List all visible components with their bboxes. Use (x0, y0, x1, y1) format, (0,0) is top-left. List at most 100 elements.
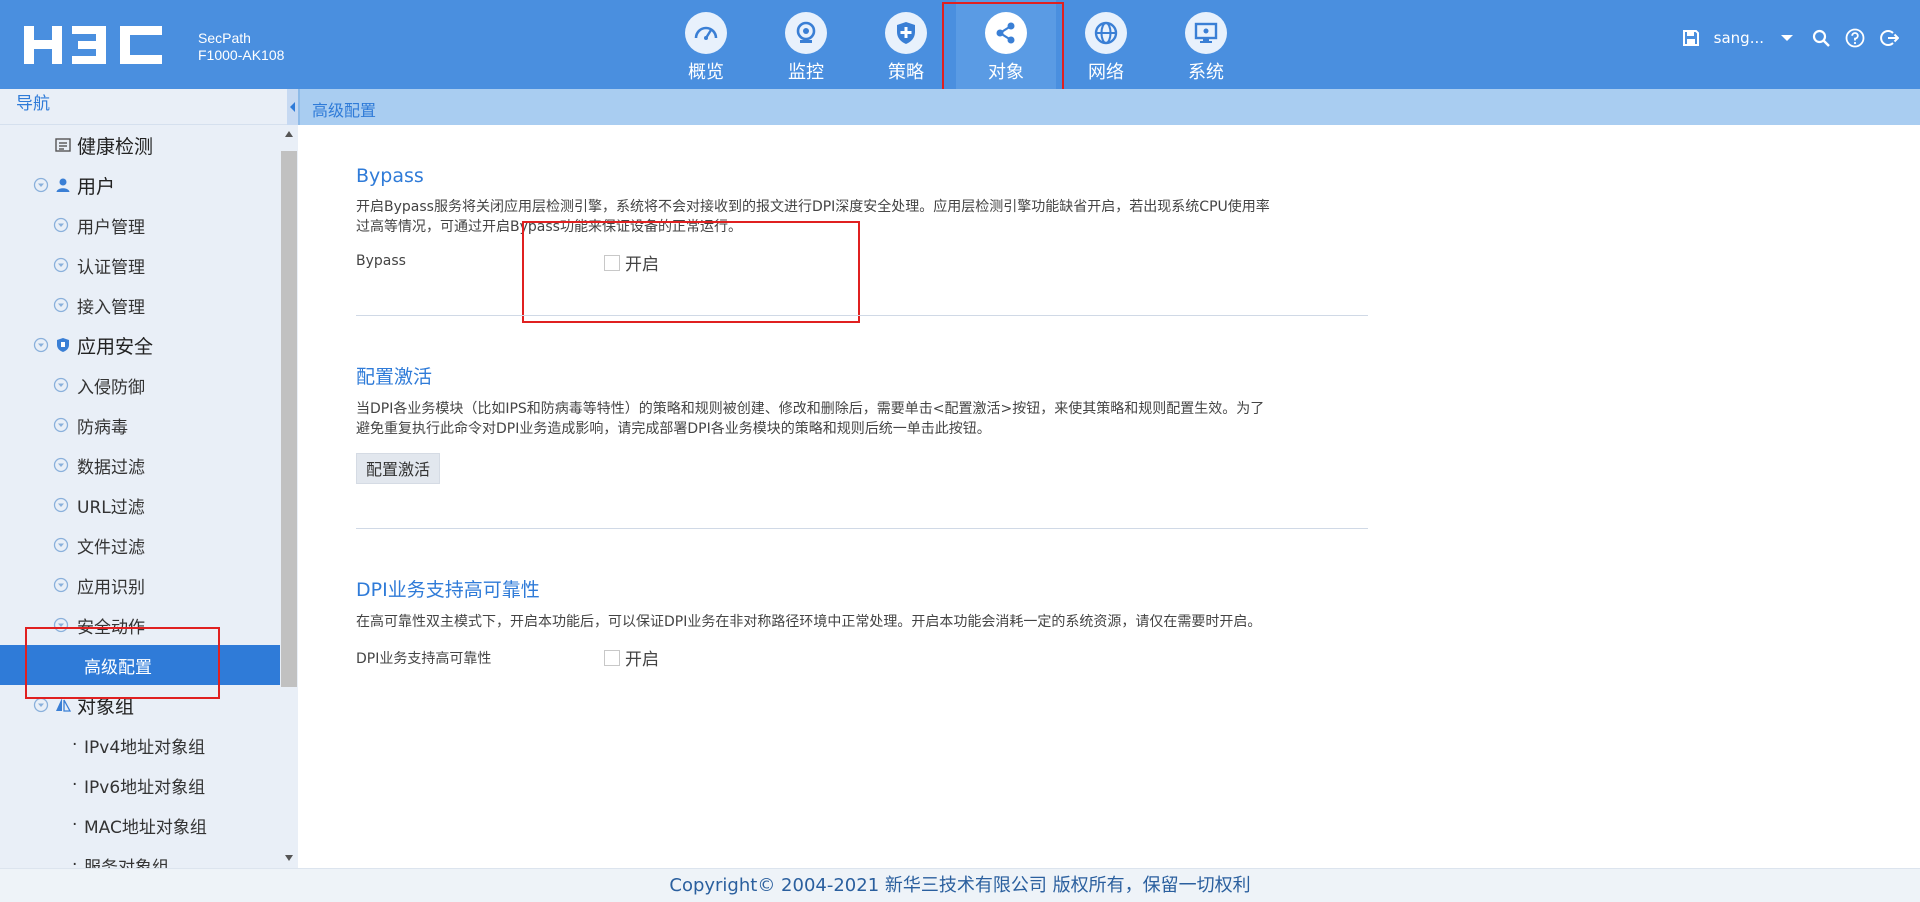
expand-circle-icon[interactable] (52, 416, 70, 434)
sidebar-item-intrusion-prevention[interactable]: 入侵防御 (0, 365, 280, 405)
scroll-down-arrow-icon[interactable] (285, 855, 293, 861)
product-model-number: F1000-AK108 (198, 47, 285, 63)
sidebar-item-user[interactable]: 用户 (0, 165, 280, 205)
bullet-dot: · (72, 775, 78, 795)
sidebar-item-label: URL过滤 (77, 497, 145, 518)
username[interactable]: sang... (1714, 29, 1764, 47)
sidebar-item-auth-management[interactable]: 认证管理 (0, 245, 280, 285)
bypass-section: Bypass 开启Bypass服务将关闭应用层检测引擎，系统将不会对接收到的报文… (356, 165, 1368, 277)
dpi-ha-field-label: DPI业务支持高可靠性 (356, 651, 492, 667)
nav-network[interactable]: 网络 (1056, 0, 1156, 89)
sidebar-item-app-security[interactable]: 应用安全 (0, 325, 280, 365)
nav-overview-label: 概览 (688, 62, 724, 83)
expand-circle-icon[interactable] (52, 456, 70, 474)
nav-object[interactable]: 对象 (956, 0, 1056, 89)
sidebar-item-label: IPv6地址对象组 (84, 777, 206, 798)
object-group-icon (54, 696, 72, 714)
search-icon[interactable] (1810, 27, 1832, 49)
expand-circle-icon[interactable] (52, 376, 70, 394)
bullet-dot: · (72, 735, 78, 755)
expand-circle-icon[interactable] (32, 176, 50, 194)
sidebar-item-mac-object-group[interactable]: · MAC地址对象组 (0, 805, 280, 845)
bullet-dot: · (72, 855, 78, 868)
config-activate-title: 配置激活 (356, 366, 433, 388)
sidebar-item-label: 防病毒 (77, 417, 128, 438)
sidebar-item-label: 对象组 (77, 695, 135, 718)
user-icon (54, 176, 72, 194)
sidebar-item-service-object-group[interactable]: · 服务对象组 (0, 845, 280, 868)
sidebar-item-url-filter[interactable]: URL过滤 (0, 485, 280, 525)
nav-system-label: 系统 (1188, 62, 1224, 83)
sidebar-item-security-action[interactable]: 安全动作 (0, 605, 280, 645)
bypass-enable-checkbox[interactable]: 开启 (604, 250, 659, 275)
expand-circle-icon[interactable] (52, 616, 70, 634)
section-divider (356, 315, 1368, 316)
sidebar-item-label: 用户 (77, 175, 116, 198)
checkbox-box[interactable] (604, 649, 620, 666)
h3c-logo[interactable] (24, 24, 174, 66)
sidebar-scrollbar[interactable] (280, 125, 298, 868)
collapse-sidebar-icon[interactable] (287, 89, 298, 125)
nav-object-label: 对象 (988, 62, 1024, 83)
expand-circle-icon[interactable] (52, 576, 70, 594)
health-check-icon (54, 136, 72, 154)
section-divider (356, 528, 1368, 529)
globe-icon (1085, 12, 1127, 54)
sidebar-item-object-group[interactable]: 对象组 (0, 685, 280, 725)
expand-circle-icon[interactable] (52, 216, 70, 234)
bypass-title: Bypass (356, 165, 424, 187)
save-icon[interactable] (1680, 27, 1702, 49)
sidebar-item-label: 应用识别 (77, 577, 145, 598)
sidebar-item-antivirus[interactable]: 防病毒 (0, 405, 280, 445)
share-nodes-icon (985, 12, 1027, 54)
sidebar-item-label: 认证管理 (77, 257, 145, 278)
nav-policy[interactable]: 策略 (856, 0, 956, 89)
product-line: SecPath (198, 30, 251, 46)
sidebar-item-advanced-config[interactable]: 高级配置 (0, 645, 280, 685)
bypass-field: Bypass 开启 (356, 247, 1368, 277)
sidebar-title: 导航 (0, 89, 298, 125)
sidebar-item-app-identification[interactable]: 应用识别 (0, 565, 280, 605)
sidebar-item-label: 安全动作 (77, 617, 145, 638)
sidebar-item-label: 入侵防御 (77, 377, 145, 398)
sidebar-item-label: 用户管理 (77, 217, 145, 238)
sidebar-item-access-management[interactable]: 接入管理 (0, 285, 280, 325)
main-content: Bypass 开启Bypass服务将关闭应用层检测引擎，系统将不会对接收到的报文… (298, 125, 1920, 868)
nav-system[interactable]: 系统 (1156, 0, 1256, 89)
checkbox-box[interactable] (604, 254, 620, 271)
sidebar-item-file-filter[interactable]: 文件过滤 (0, 525, 280, 565)
monitor-icon (1185, 12, 1227, 54)
help-icon[interactable] (1844, 27, 1866, 49)
shield-plus-icon (885, 12, 927, 54)
expand-circle-icon[interactable] (32, 696, 50, 714)
expand-circle-icon[interactable] (52, 536, 70, 554)
navigation-sidebar: 导航 健康检测 用户 用户管理 认证管理 接入管理 应用安全 入侵防御 防病毒 … (0, 89, 298, 868)
sidebar-item-ipv4-object-group[interactable]: · IPv4地址对象组 (0, 725, 280, 765)
chevron-down-icon[interactable] (1776, 27, 1798, 49)
expand-circle-icon[interactable] (32, 336, 50, 354)
nav-monitor[interactable]: 监控 (756, 0, 856, 89)
bullet-dot: · (72, 815, 78, 835)
expand-circle-icon[interactable] (52, 296, 70, 314)
sidebar-item-user-management[interactable]: 用户管理 (0, 205, 280, 245)
config-activate-button[interactable]: 配置激活 (356, 453, 441, 484)
scroll-up-arrow-icon[interactable] (285, 131, 293, 137)
sidebar-item-label: 数据过滤 (77, 457, 145, 478)
bypass-field-label: Bypass (356, 253, 406, 269)
product-model: SecPath F1000-AK108 (198, 30, 284, 64)
logout-icon[interactable] (1878, 27, 1900, 49)
sidebar-item-ipv6-object-group[interactable]: · IPv6地址对象组 (0, 765, 280, 805)
nav-overview[interactable]: 概览 (656, 0, 756, 89)
expand-circle-icon[interactable] (52, 496, 70, 514)
sidebar-item-data-filter[interactable]: 数据过滤 (0, 445, 280, 485)
expand-circle-icon[interactable] (52, 256, 70, 274)
dpi-ha-description: 在高可靠性双主模式下，开启本功能后，可以保证DPI业务在非对称路径环境中正常处理… (356, 614, 1262, 630)
sidebar-item-label: 高级配置 (84, 657, 152, 678)
dpi-ha-enable-checkbox[interactable]: 开启 (604, 645, 659, 670)
nav-monitor-label: 监控 (788, 62, 824, 83)
scrollbar-thumb[interactable] (281, 151, 297, 687)
sidebar-item-label: 文件过滤 (77, 537, 145, 558)
sidebar-item-label: 应用安全 (77, 335, 154, 358)
sidebar-item-health-check[interactable]: 健康检测 (0, 125, 280, 165)
main-nav: 概览 监控 策略 对象 网络 系统 (656, 0, 1256, 89)
